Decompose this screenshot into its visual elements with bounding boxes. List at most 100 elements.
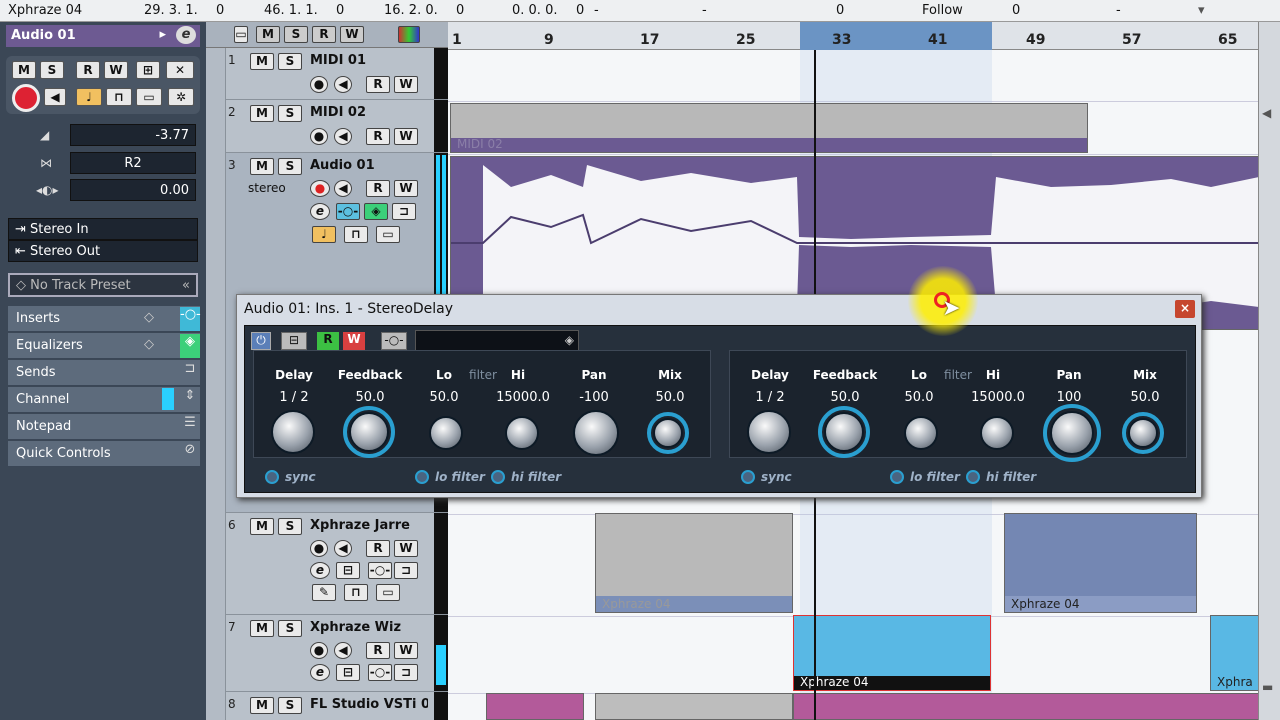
lock-icon[interactable]: ⊓ (106, 88, 132, 106)
lanes-icon[interactable]: ▭ (376, 584, 400, 601)
param-value-mix[interactable]: 50.0 (1110, 390, 1180, 405)
instrument-part[interactable] (793, 693, 1260, 720)
feedback-knob[interactable] (349, 412, 389, 452)
read-button[interactable]: R (76, 61, 100, 79)
track-solo-button[interactable]: S (278, 158, 302, 175)
track-mute-button[interactable]: M (250, 620, 274, 637)
audio-part-selected[interactable]: Xphraze 04 (793, 615, 991, 691)
midi-part[interactable]: MIDI 02 (450, 103, 1088, 153)
mix-knob[interactable] (653, 418, 683, 448)
param-value-delay[interactable]: 1 / 2 (735, 390, 805, 405)
chevron-right-icon[interactable]: ▸ (159, 27, 166, 42)
audio-part[interactable]: Xphraze 04 (1004, 513, 1197, 613)
track-read-button[interactable]: R (366, 642, 390, 659)
notepad-icon[interactable]: ☰ (180, 415, 200, 439)
right-locator[interactable]: 46. 1. 1. (264, 3, 318, 18)
monitor-icon[interactable]: ◀ (334, 642, 352, 659)
mute-button[interactable]: M (12, 61, 36, 79)
lo-filter-switch[interactable] (890, 470, 904, 484)
sends-icon[interactable]: ⊐ (392, 203, 416, 220)
vertical-scrollbar[interactable]: ◀ ▬ (1258, 22, 1280, 720)
scroll-icon[interactable]: ▬ (1262, 680, 1276, 694)
color-icon[interactable] (398, 26, 420, 43)
param-value-lo[interactable]: 50.0 (884, 390, 954, 405)
lo-knob[interactable] (429, 416, 463, 450)
preset-field[interactable]: ◈ (415, 330, 579, 352)
settings-icon[interactable]: ✲ (168, 88, 194, 106)
track-read-button[interactable]: R (366, 76, 390, 93)
monitor-icon[interactable]: ◀ (334, 128, 352, 145)
write-automation-button[interactable]: W (343, 332, 365, 350)
follow-toggle[interactable]: Follow (922, 3, 963, 18)
param-value-pan[interactable]: -100 (559, 390, 629, 405)
record-icon[interactable]: ● (310, 642, 328, 659)
pencil-icon[interactable]: ✎ (312, 584, 336, 601)
track-read-button[interactable]: R (366, 180, 390, 197)
hi-filter-switch[interactable] (491, 470, 505, 484)
track-read-button[interactable]: R (366, 540, 390, 557)
track-write-button[interactable]: W (394, 128, 418, 145)
param-value-hi[interactable]: 15000.0 (483, 390, 563, 405)
monitor-icon[interactable]: ◀ (44, 88, 66, 106)
timeline-ruler[interactable]: 1 9 17 25 33 41 49 57 65 (448, 22, 1264, 50)
sends-icon[interactable]: ⊐ (394, 664, 418, 681)
eq-icon[interactable]: -○- (368, 562, 392, 579)
delay-knob[interactable] (271, 410, 315, 454)
track-name[interactable]: MIDI 02 (310, 105, 366, 120)
section-channel[interactable]: Channel ⇕ (8, 387, 200, 413)
edit-channel-button[interactable]: e (310, 562, 330, 579)
param-value-delay[interactable]: 1 / 2 (259, 390, 329, 405)
section-quick-controls[interactable]: Quick Controls ⊘ (8, 441, 200, 467)
instrument-part[interactable] (486, 693, 584, 720)
preset-menu-icon[interactable]: ◈ (565, 333, 574, 347)
monitor-icon[interactable]: ◀ (334, 540, 352, 557)
param-value-feedback[interactable]: 50.0 (335, 390, 405, 405)
track-solo-button[interactable]: S (278, 620, 302, 637)
eq-icon[interactable]: ◈ (364, 203, 388, 220)
param-value-hi[interactable]: 15000.0 (958, 390, 1038, 405)
note-icon[interactable]: ♩ (76, 88, 102, 106)
track-mute-button[interactable]: M (250, 158, 274, 175)
track-write-button[interactable]: W (394, 76, 418, 93)
track-solo-button[interactable]: S (278, 53, 302, 70)
bypass-icon[interactable]: ⊟ (281, 332, 307, 350)
track-solo-button[interactable]: S (278, 518, 302, 535)
track-name[interactable]: Xphraze Jarre (310, 518, 410, 533)
inserts-icon[interactable]: ⊟ (336, 562, 360, 579)
delay-knob[interactable] (747, 410, 791, 454)
track-mute-button[interactable]: M (250, 697, 274, 714)
eq-icon[interactable]: -○- (368, 664, 392, 681)
section-notepad[interactable]: Notepad ☰ (8, 414, 200, 440)
grid-icon[interactable]: ⊞ (136, 61, 160, 79)
output-routing[interactable]: ⇤ Stereo Out (8, 240, 198, 262)
chevron-down-icon[interactable]: ▾ (1198, 3, 1205, 18)
toolbar-icon[interactable]: ▭ (234, 26, 248, 43)
track-solo-button[interactable]: S (278, 697, 302, 714)
sends-icon[interactable]: ⊐ (180, 361, 200, 385)
plugin-window[interactable]: Audio 01: Ins. 1 - StereoDelay × ⏻ ⊟ R W… (236, 294, 1202, 498)
read-automation-button[interactable]: R (317, 332, 339, 350)
lo-knob[interactable] (904, 416, 938, 450)
inserts-icon[interactable]: ⊟ (336, 664, 360, 681)
close-button[interactable]: × (1175, 300, 1195, 318)
write-button[interactable]: W (104, 61, 128, 79)
lo-filter-switch[interactable] (415, 470, 429, 484)
section-equalizers[interactable]: Equalizers ◇ ◈ (8, 333, 200, 359)
length-display[interactable]: 16. 2. 0. (384, 3, 438, 18)
track-solo-button[interactable]: S (278, 105, 302, 122)
track-name[interactable]: MIDI 01 (310, 53, 366, 68)
input-routing[interactable]: ⇥ Stereo In (8, 218, 198, 240)
sync-switch[interactable] (265, 470, 279, 484)
feedback-knob[interactable] (824, 412, 864, 452)
track-mute-button[interactable]: M (250, 105, 274, 122)
pan-field[interactable]: R2 (70, 152, 196, 174)
hi-knob[interactable] (980, 416, 1014, 450)
track-row[interactable]: 8 M S FL Studio VSTi 0 (206, 692, 448, 720)
sends-icon[interactable]: ⊐ (394, 562, 418, 579)
record-enable-icon[interactable]: ● (310, 180, 330, 197)
quick-controls-icon[interactable]: ⊘ (180, 442, 200, 466)
mix-knob[interactable] (1128, 418, 1158, 448)
audio-part[interactable]: Xphraze 04 (595, 513, 793, 613)
volume-field[interactable]: -3.77 (70, 124, 196, 146)
param-value-pan[interactable]: 100 (1034, 390, 1104, 405)
